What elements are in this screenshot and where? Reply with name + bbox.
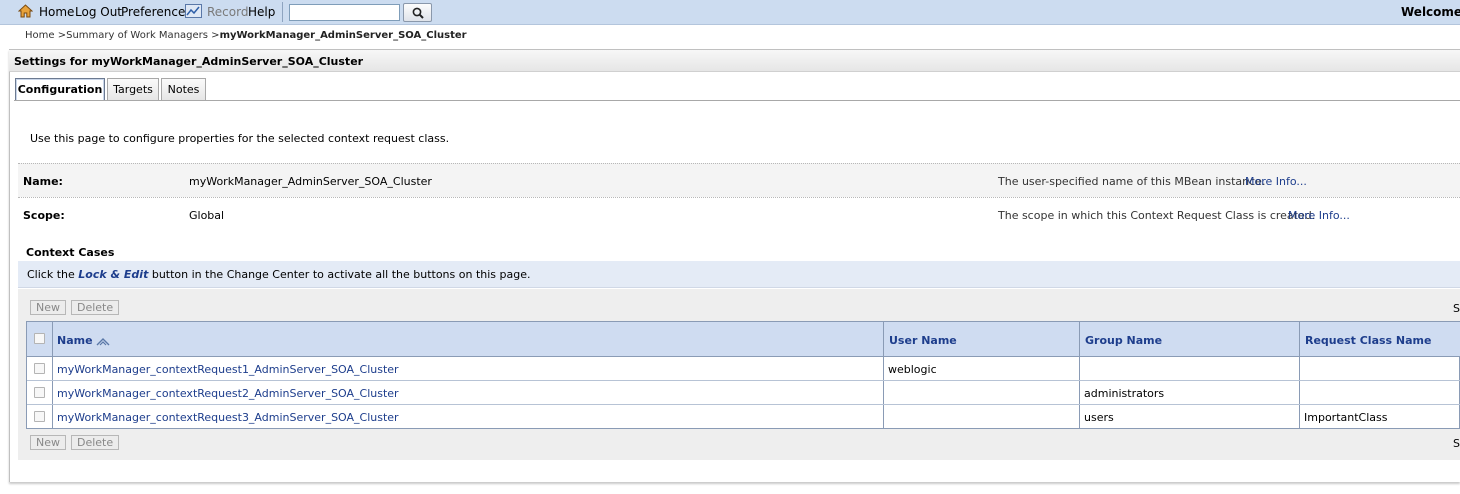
row-checkbox[interactable] — [34, 411, 45, 422]
breadcrumb-separator: > — [57, 30, 67, 41]
scope-value: Global — [189, 209, 225, 222]
lock-edit-notice: Click the Lock & Edit button in the Chan… — [27, 268, 531, 281]
page-intro: Use this page to configure properties fo… — [30, 132, 450, 145]
user-name-column-header[interactable]: User Name — [889, 334, 957, 347]
column-separator — [52, 322, 53, 428]
preferences-link[interactable]: Preferences — [121, 5, 192, 19]
help-link[interactable]: Help — [248, 5, 275, 19]
sort-ascending-icon[interactable] — [96, 337, 110, 346]
group-name-cell: users — [1084, 411, 1114, 424]
row-divider — [27, 380, 1460, 381]
row-divider — [27, 404, 1460, 405]
top-toolbar: Home Log Out Preferences Record Help Wel… — [0, 0, 1460, 25]
search-button[interactable] — [403, 3, 432, 22]
tab-configuration[interactable]: Configuration — [15, 78, 105, 101]
delete-button[interactable]: Delete — [71, 300, 120, 315]
group-name-cell: administrators — [1084, 387, 1165, 400]
magnifier-icon — [412, 7, 424, 19]
breadcrumb-separator: > — [211, 30, 220, 41]
select-all-checkbox[interactable] — [34, 333, 45, 344]
table-header — [27, 322, 1460, 357]
tab-targets[interactable]: Targets — [107, 78, 159, 101]
context-case-name-link[interactable]: myWorkManager_contextRequest1_AdminServe… — [57, 363, 399, 376]
lock-edit-emphasis: Lock & Edit — [78, 268, 149, 281]
name-column-header[interactable]: Name — [57, 334, 110, 347]
context-case-name-link[interactable]: myWorkManager_contextRequest2_AdminServe… — [57, 387, 399, 400]
name-column-label: Name — [57, 334, 93, 347]
breadcrumb-summary[interactable]: Summary of Work Managers — [66, 30, 208, 41]
page-title: Settings for myWorkManager_AdminServer_S… — [14, 55, 364, 68]
context-case-name-link[interactable]: myWorkManager_contextRequest3_AdminServe… — [57, 411, 399, 424]
search-input[interactable] — [289, 4, 400, 21]
name-more-info-link[interactable]: More Info... — [1245, 175, 1307, 188]
breadcrumb-home[interactable]: Home — [25, 30, 55, 41]
toolbar-separator — [282, 2, 283, 22]
home-link[interactable]: Home — [39, 5, 74, 19]
new-button-bottom[interactable]: New — [30, 435, 66, 450]
notice-text-pre: Click the — [27, 268, 79, 281]
new-button[interactable]: New — [30, 300, 66, 315]
logout-link[interactable]: Log Out — [75, 5, 122, 19]
breadcrumb: Home >Summary of Work Managers >myWorkMa… — [25, 30, 467, 41]
name-help: The user-specified name of this MBean in… — [998, 175, 1266, 188]
record-icon — [185, 4, 202, 18]
delete-button-bottom[interactable]: Delete — [71, 435, 120, 450]
row-checkbox[interactable] — [34, 363, 45, 374]
column-separator — [1299, 322, 1300, 428]
user-name-cell: weblogic — [888, 363, 937, 376]
breadcrumb-current: myWorkManager_AdminServer_SOA_Cluster — [219, 30, 467, 41]
context-cases-table: Name User Name Group Name Request Class … — [26, 321, 1460, 429]
record-link[interactable]: Record — [207, 5, 248, 19]
tab-notes[interactable]: Notes — [161, 78, 206, 101]
paging-text-top: S — [1453, 302, 1460, 315]
scope-help: The scope in which this Context Request … — [998, 209, 1316, 222]
home-icon[interactable] — [18, 4, 33, 18]
paging-text-bottom: S — [1453, 437, 1460, 450]
welcome-text: Welcome, — [1401, 5, 1460, 19]
request-class-column-header[interactable]: Request Class Name — [1305, 334, 1431, 347]
column-separator — [883, 322, 884, 428]
name-label: Name: — [23, 175, 63, 188]
scope-more-info-link[interactable]: More Info... — [1288, 209, 1350, 222]
row-checkbox[interactable] — [34, 387, 45, 398]
column-separator — [1079, 322, 1080, 428]
request-class-cell: ImportantClass — [1304, 411, 1388, 424]
group-name-column-header[interactable]: Group Name — [1085, 334, 1162, 347]
notice-text-post: button in the Change Center to activate … — [148, 268, 531, 281]
scope-label: Scope: — [23, 209, 65, 222]
tab-underline — [14, 100, 1460, 101]
context-cases-title: Context Cases — [26, 246, 115, 259]
name-value: myWorkManager_AdminServer_SOA_Cluster — [189, 175, 432, 188]
